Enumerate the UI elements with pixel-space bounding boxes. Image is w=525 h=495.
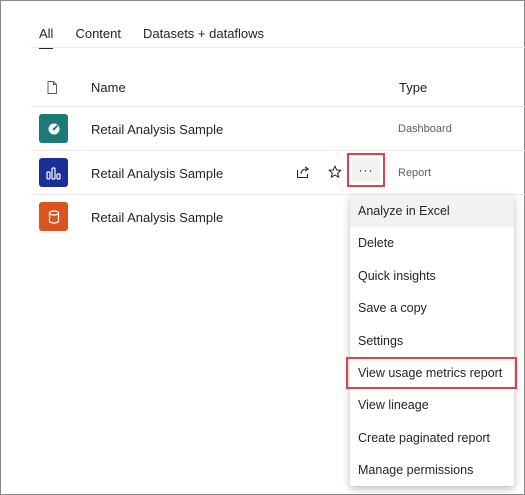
dashboard-icon	[39, 114, 68, 143]
tab-divider	[31, 47, 525, 48]
row-name[interactable]: Retail Analysis Sample	[91, 122, 223, 137]
star-icon[interactable]	[328, 165, 342, 179]
menu-item-create-paginated-report[interactable]: Create paginated report	[350, 422, 514, 454]
menu-item-delete[interactable]: Delete	[350, 227, 514, 259]
column-header-name[interactable]: Name	[91, 80, 126, 95]
file-icon	[47, 81, 57, 94]
table-row[interactable]: Retail Analysis Sample ··· Report	[31, 151, 525, 195]
menu-item-manage-permissions[interactable]: Manage permissions	[350, 454, 514, 486]
row-type: Report	[398, 167, 432, 179]
more-options-label: ···	[352, 158, 380, 182]
row-name[interactable]: Retail Analysis Sample	[91, 166, 223, 181]
tab-all[interactable]: All	[39, 26, 54, 49]
window-frame: All Content Datasets + dataflows Name Ty…	[0, 0, 525, 495]
menu-item-view-usage-metrics-report[interactable]: View usage metrics report	[346, 357, 517, 389]
share-icon[interactable]	[296, 165, 310, 179]
menu-item-save-a-copy[interactable]: Save a copy	[350, 292, 514, 324]
report-icon	[39, 158, 68, 187]
row-name[interactable]: Retail Analysis Sample	[91, 210, 223, 225]
tab-datasets-dataflows[interactable]: Datasets + dataflows	[143, 26, 264, 47]
menu-item-view-lineage[interactable]: View lineage	[350, 389, 514, 421]
more-options-button[interactable]: ···	[347, 153, 385, 187]
dataset-icon	[39, 202, 68, 231]
table-row[interactable]: Retail Analysis Sample Dashboard	[31, 107, 525, 151]
row-type: Dashboard	[398, 123, 452, 135]
column-header-type[interactable]: Type	[399, 80, 427, 95]
menu-item-analyze-in-excel[interactable]: Analyze in Excel	[350, 195, 514, 227]
table-header: Name Type	[31, 65, 525, 107]
context-menu: Analyze in Excel Delete Quick insights S…	[346, 195, 517, 486]
menu-item-quick-insights[interactable]: Quick insights	[350, 260, 514, 292]
menu-item-settings[interactable]: Settings	[350, 325, 514, 357]
tab-bar: All Content Datasets + dataflows	[39, 26, 286, 49]
tab-content[interactable]: Content	[75, 26, 121, 47]
